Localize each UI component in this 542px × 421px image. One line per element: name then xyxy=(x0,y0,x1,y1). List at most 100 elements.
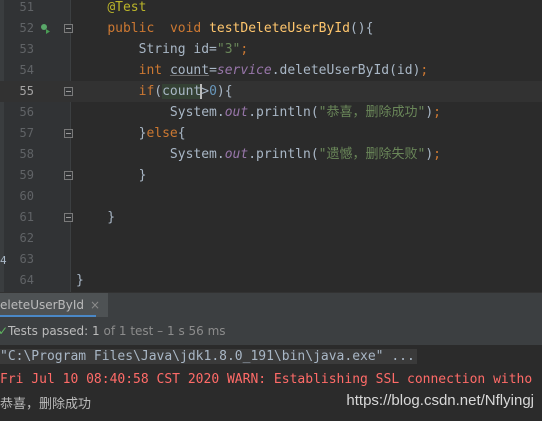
code-line[interactable]: 60 xyxy=(0,186,542,207)
code-token: } xyxy=(76,273,84,288)
code-token: ; xyxy=(433,147,441,162)
code-text[interactable]: System.out.println("遗憾，删除失败"); xyxy=(76,144,441,165)
fold-marker-icon[interactable] xyxy=(64,213,73,222)
code-token: @Test xyxy=(107,0,147,15)
code-token: .println( xyxy=(248,147,319,162)
line-number: 64 xyxy=(19,273,34,287)
console-warning-line: Fri Jul 10 08:40:58 CST 2020 WARN: Estab… xyxy=(0,372,533,387)
code-text[interactable]: System.out.println("恭喜，删除成功"); xyxy=(76,102,441,123)
console-command-line[interactable]: "C:\Program Files\Java\jdk1.8.0_191\bin\… xyxy=(0,349,417,364)
close-icon[interactable]: × xyxy=(90,298,100,312)
run-test-icon[interactable] xyxy=(40,23,51,34)
code-text[interactable]: }else{ xyxy=(76,123,186,144)
code-token: public xyxy=(107,21,155,36)
line-number: 61 xyxy=(19,210,34,224)
code-token: 0 xyxy=(209,84,217,99)
code-token: int xyxy=(138,63,163,78)
test-status-bar: ✓ Tests passed: 1 of 1 test – 1 s 56 ms xyxy=(0,317,542,346)
code-token: ; xyxy=(433,105,441,120)
fold-marker-icon[interactable] xyxy=(64,24,73,33)
code-line[interactable]: 51 @Test xyxy=(0,0,542,18)
code-token: "遗憾，删除失败" xyxy=(318,147,426,162)
code-token: if xyxy=(138,84,155,99)
line-number: 54 xyxy=(19,63,34,77)
code-token: } xyxy=(76,168,147,183)
code-token: } xyxy=(76,126,147,141)
code-line[interactable]: 59 } xyxy=(0,165,542,186)
code-text[interactable]: if(count>0){ xyxy=(76,81,233,102)
code-text[interactable]: } xyxy=(76,207,115,228)
code-token: System. xyxy=(76,105,225,120)
code-token: out xyxy=(224,105,249,120)
code-lines[interactable]: 51 @Test 52 public void testDeleteUserByI… xyxy=(0,0,542,291)
code-token: .println( xyxy=(248,105,319,120)
fold-marker-icon[interactable] xyxy=(64,171,73,180)
code-token: count xyxy=(169,63,210,78)
code-token: "3" xyxy=(216,42,241,57)
check-icon: ✓ xyxy=(0,324,9,338)
code-token: ){ xyxy=(216,84,233,99)
test-status-text: Tests passed: 1 of 1 test – 1 s 56 ms xyxy=(8,317,226,345)
tests-passed-count: 1 xyxy=(92,324,100,338)
run-config-tab[interactable]: eleteUserById × xyxy=(0,293,109,317)
console-output-line: 恭喜，删除成功 xyxy=(0,397,92,412)
code-text[interactable]: int count=service.deleteUserById(id); xyxy=(76,60,429,81)
code-line[interactable]: 61 } xyxy=(0,207,542,228)
code-text[interactable]: public void testDeleteUserById(){ xyxy=(76,18,373,39)
code-token: service xyxy=(216,63,272,78)
fold-marker-icon[interactable] xyxy=(64,87,73,96)
code-line[interactable]: 63 xyxy=(0,249,542,270)
code-text[interactable]: String id="3"; xyxy=(76,39,249,60)
code-token: void xyxy=(169,21,202,36)
code-token: ) xyxy=(425,105,434,120)
line-number: 57 xyxy=(19,126,34,140)
code-token: ; xyxy=(240,42,249,57)
code-line[interactable]: 64} xyxy=(0,270,542,291)
test-duration: of 1 test – 1 s 56 ms xyxy=(99,324,226,338)
code-line[interactable]: 56 System.out.println("恭喜，删除成功"); xyxy=(0,102,542,123)
code-token: out xyxy=(224,147,249,162)
code-text[interactable]: } xyxy=(76,270,84,291)
code-token: String id= xyxy=(76,42,217,57)
code-line[interactable]: 55 if(count>0){ xyxy=(0,81,542,102)
code-token: > xyxy=(201,84,210,99)
code-line[interactable]: 54 int count=service.deleteUserById(id); xyxy=(0,60,542,81)
fold-marker-icon[interactable] xyxy=(64,129,73,138)
code-text[interactable]: @Test xyxy=(76,0,146,18)
code-token: ) xyxy=(425,147,434,162)
code-token: count xyxy=(162,84,202,99)
code-text[interactable]: } xyxy=(76,165,147,186)
code-token: (){ xyxy=(349,21,374,36)
code-line[interactable]: 62 xyxy=(0,228,542,249)
code-line[interactable]: 58 System.out.println("遗憾，删除失败"); xyxy=(0,144,542,165)
code-token: System. xyxy=(76,147,225,162)
line-number: 58 xyxy=(19,147,34,161)
tests-passed-label: Tests passed: xyxy=(8,324,93,338)
line-number: 52 xyxy=(19,21,34,35)
line-number: 53 xyxy=(19,42,34,56)
code-line[interactable]: 52 public void testDeleteUserById(){ xyxy=(0,18,542,39)
code-editor[interactable]: 51 @Test 52 public void testDeleteUserByI… xyxy=(0,0,542,292)
code-token: .deleteUserById(id) xyxy=(271,63,421,78)
watermark-text: https://blog.csdn.net/Nflyingj xyxy=(346,392,534,409)
code-token: { xyxy=(177,126,186,141)
code-token: else xyxy=(146,126,178,141)
code-line[interactable]: 53 String id="3"; xyxy=(0,39,542,60)
run-tool-tabbar: eleteUserById × xyxy=(0,292,542,317)
line-number: 59 xyxy=(19,168,34,182)
code-token: ; xyxy=(420,63,429,78)
gutter-stray-char: 4 xyxy=(0,254,7,267)
code-token: = xyxy=(209,63,217,78)
console-output[interactable]: "C:\Program Files\Java\jdk1.8.0_191\bin\… xyxy=(0,346,542,421)
code-token: testDeleteUserById xyxy=(209,21,350,36)
line-number: 51 xyxy=(19,0,34,14)
run-config-tab-label: eleteUserById xyxy=(0,298,85,312)
code-line[interactable]: 57 }else{ xyxy=(0,123,542,144)
